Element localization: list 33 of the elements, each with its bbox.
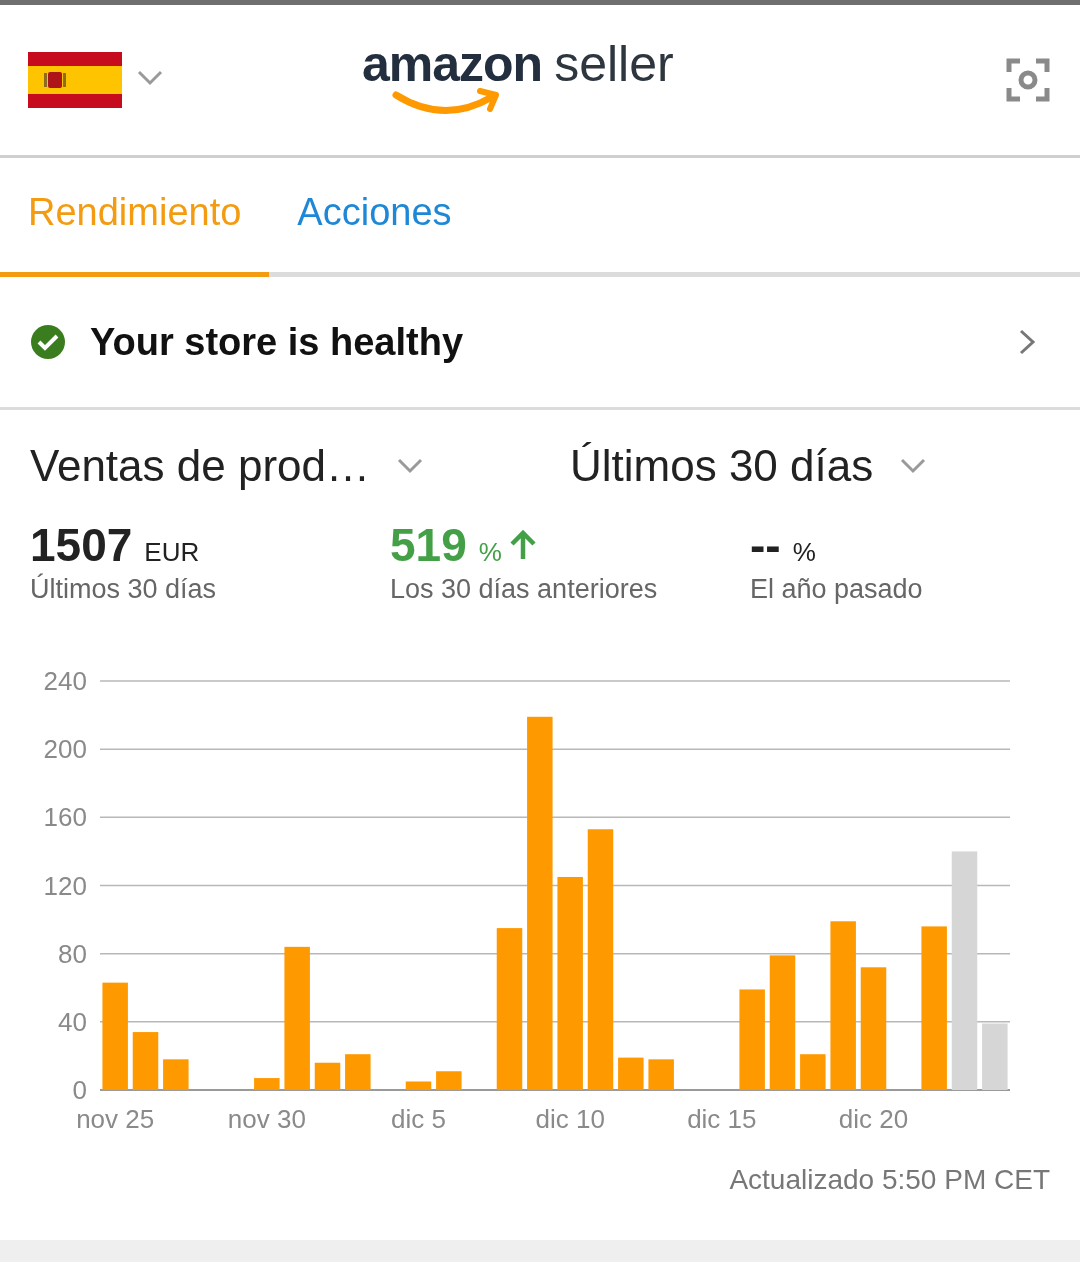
tick-label: dic 20 [838, 1104, 909, 1134]
tick-label: 200 [43, 734, 87, 765]
spain-flag-icon[interactable] [28, 52, 122, 108]
amazon-seller-logo: amazon seller [362, 39, 722, 125]
chevron-down-icon [396, 457, 424, 475]
tab[interactable]: Acciones [269, 158, 480, 277]
tick-label: 120 [43, 870, 87, 901]
stat-unit: % [478, 537, 502, 568]
tick-label: 240 [43, 666, 87, 696]
tick-label: 80 [58, 938, 87, 969]
dropdown[interactable]: Últimos 30 días [570, 441, 928, 491]
scan-icon[interactable] [1006, 58, 1050, 102]
tick-label: dic 10 [535, 1104, 605, 1134]
tick-label: 0 [72, 1075, 87, 1105]
stat-caption: El año pasado [750, 574, 923, 605]
stat-value: 1507 [30, 522, 133, 568]
stat-unit: EUR [144, 537, 200, 568]
tick-label: dic 5 [391, 1104, 446, 1134]
tick-label: nov 30 [227, 1104, 306, 1134]
stat-caption: Los 30 días anteriores [390, 574, 659, 605]
tick-label: 40 [58, 1006, 87, 1037]
chevron-down-icon [899, 457, 928, 475]
stat-unit: % [792, 537, 816, 568]
tick-label: 160 [43, 802, 87, 833]
stat-value: 519 [390, 522, 467, 568]
stat-caption: Últimos 30 días [30, 574, 218, 605]
chevron-right-icon[interactable] [1018, 328, 1036, 356]
tick-label: nov 25 [76, 1104, 155, 1134]
health-status-text[interactable]: Your store is healthy [90, 320, 464, 364]
updated-time: Actualizado 5:50 PM CET [729, 1164, 1051, 1196]
tick-label: dic 15 [687, 1104, 757, 1134]
stat-value: -- [750, 522, 781, 568]
dropdown[interactable]: Ventas de prod… [30, 441, 570, 491]
